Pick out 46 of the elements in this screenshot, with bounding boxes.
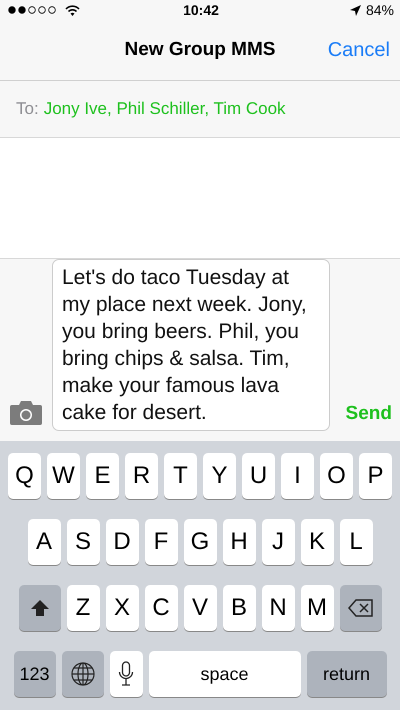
delete-key[interactable] bbox=[340, 585, 382, 631]
globe-icon bbox=[70, 661, 96, 687]
letter-key[interactable]: G bbox=[184, 519, 216, 565]
letter-key[interactable]: Z bbox=[66, 585, 100, 631]
letter-key[interactable]: L bbox=[340, 519, 372, 565]
letter-key[interactable]: D bbox=[106, 519, 138, 565]
letter-key[interactable]: A bbox=[28, 519, 60, 565]
letter-key[interactable]: W bbox=[47, 453, 80, 499]
letter-key[interactable]: N bbox=[262, 585, 294, 631]
letter-key[interactable]: K bbox=[300, 519, 334, 565]
letter-key[interactable]: Q bbox=[8, 453, 41, 499]
letter-key[interactable]: M bbox=[300, 585, 334, 631]
letter-key[interactable]: P bbox=[359, 453, 392, 499]
shift-key[interactable] bbox=[18, 585, 60, 631]
message-field[interactable]: Let's do taco Tuesday at my place next week. Jony, you bring beers. Phil, you bring chips & salsa. Tim, make your famous lava cake for desert. bbox=[52, 259, 330, 431]
camera-icon[interactable] bbox=[10, 401, 42, 425]
return-key[interactable]: return bbox=[306, 651, 386, 697]
shift-icon bbox=[30, 599, 50, 617]
battery-percentage: 84% bbox=[366, 2, 394, 18]
letter-key[interactable]: V bbox=[184, 585, 216, 631]
screen-title: New Group MMS bbox=[124, 39, 276, 61]
cancel-button[interactable]: Cancel bbox=[328, 39, 390, 62]
letter-key[interactable]: B bbox=[222, 585, 256, 631]
letter-key[interactable]: O bbox=[320, 453, 353, 499]
letter-key[interactable]: R bbox=[125, 453, 158, 499]
microphone-icon bbox=[118, 661, 134, 687]
dictation-key[interactable] bbox=[110, 651, 142, 697]
letter-key[interactable]: S bbox=[66, 519, 100, 565]
letter-key[interactable]: X bbox=[106, 585, 138, 631]
letter-key[interactable]: I bbox=[281, 453, 314, 499]
letter-key[interactable]: J bbox=[262, 519, 294, 565]
letter-key[interactable]: U bbox=[242, 453, 275, 499]
status-time: 10:42 bbox=[183, 2, 219, 18]
numbers-key[interactable]: 123 bbox=[14, 651, 56, 697]
location-icon bbox=[350, 4, 361, 16]
wifi-icon bbox=[65, 4, 80, 16]
letter-key[interactable]: Y bbox=[203, 453, 236, 499]
letter-key[interactable]: E bbox=[86, 453, 119, 499]
delete-icon bbox=[348, 599, 374, 617]
space-bar[interactable]: space bbox=[148, 651, 300, 697]
letter-key[interactable]: C bbox=[144, 585, 178, 631]
letter-key[interactable]: H bbox=[222, 519, 256, 565]
to-label: To: bbox=[16, 99, 39, 119]
globe-key[interactable] bbox=[62, 651, 104, 697]
letter-key[interactable]: F bbox=[144, 519, 178, 565]
letter-key[interactable]: T bbox=[164, 453, 197, 499]
